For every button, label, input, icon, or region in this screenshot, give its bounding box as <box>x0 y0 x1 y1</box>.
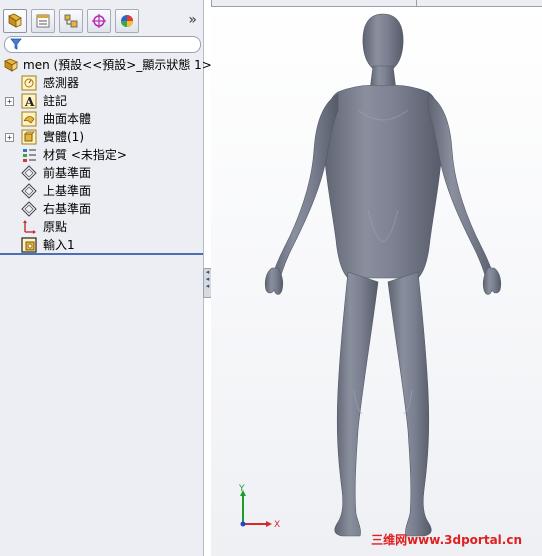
tree-item-label: 感測器 <box>43 76 80 90</box>
tree-item-label: 上基準面 <box>43 184 92 198</box>
feature-manager-panel: » men (預設<<預設>_顯示狀態 1> 感測器 + A 註記 曲面本體 +… <box>0 0 212 556</box>
annotation-icon: A <box>21 93 37 109</box>
svg-text:A: A <box>24 95 35 109</box>
tab-property-manager[interactable] <box>31 9 55 33</box>
tab-dimxpert-manager[interactable] <box>87 9 111 33</box>
tree-item-label: 右基準面 <box>43 202 92 216</box>
part-icon <box>3 57 19 73</box>
surface-bodies-icon <box>21 111 37 127</box>
material-icon <box>21 147 37 163</box>
tab-feature-manager[interactable] <box>3 9 27 33</box>
imported-feature-icon <box>21 237 37 253</box>
solid-bodies-icon <box>21 129 37 145</box>
manager-tabs: » <box>0 9 203 35</box>
tree-item-material[interactable]: 材質 <未指定> <box>0 146 203 164</box>
tree-item-label: 曲面本體 <box>43 112 92 126</box>
feature-manager-icon <box>8 13 22 28</box>
filter-icon <box>10 38 22 50</box>
tree-filter-input[interactable] <box>4 36 201 53</box>
more-tabs-button[interactable]: » <box>188 12 197 28</box>
expand-toggle[interactable]: + <box>5 97 14 106</box>
coordinate-triad: Y X <box>238 484 280 530</box>
tab-configuration-manager[interactable] <box>59 9 83 33</box>
tree-item-annotations[interactable]: + A 註記 <box>0 92 203 110</box>
tree-item-label: 註記 <box>43 94 68 108</box>
tree-root-label: men (預設<<預設>_顯示狀態 1> <box>23 58 212 72</box>
tree-item-import1[interactable]: 輸入1 <box>0 236 203 254</box>
tree-item-label: 輸入1 <box>43 238 75 252</box>
plane-icon <box>21 201 37 217</box>
tree-item-label: 材質 <未指定> <box>43 148 127 162</box>
tree-item-sensors[interactable]: 感測器 <box>0 74 203 92</box>
tree-item-top-plane[interactable]: 上基準面 <box>0 182 203 200</box>
tree-item-origin[interactable]: 原點 <box>0 218 203 236</box>
plane-icon <box>21 165 37 181</box>
configuration-manager-icon <box>64 14 78 28</box>
sensor-icon <box>21 75 37 91</box>
watermark: 三维网www.3dportal.cn <box>371 533 522 547</box>
tree-root-part[interactable]: men (預設<<預設>_顯示狀態 1> <box>0 56 212 74</box>
dimxpert-icon <box>92 14 106 28</box>
rollback-bar[interactable] <box>0 253 203 255</box>
property-manager-icon <box>36 14 50 28</box>
display-manager-icon <box>121 15 133 27</box>
expand-toggle[interactable]: + <box>5 133 14 142</box>
triad-x-label: X <box>274 520 280 530</box>
tree-item-front-plane[interactable]: 前基準面 <box>0 164 203 182</box>
plane-icon <box>21 183 37 199</box>
tree-item-solid-bodies[interactable]: + 實體(1) <box>0 128 203 146</box>
tree-item-label: 實體(1) <box>43 130 84 144</box>
origin-icon <box>21 219 37 235</box>
tree-item-label: 原點 <box>43 220 68 234</box>
feature-tree: men (預設<<預設>_顯示狀態 1> 感測器 + A 註記 曲面本體 + 實… <box>0 56 212 254</box>
triad-y-label: Y <box>238 484 245 494</box>
tree-item-right-plane[interactable]: 右基準面 <box>0 200 203 218</box>
tree-item-label: 前基準面 <box>43 166 92 180</box>
tree-item-surface-bodies[interactable]: 曲面本體 <box>0 110 203 128</box>
top-frame <box>211 0 542 7</box>
human-figure-model[interactable] <box>258 10 508 542</box>
tab-display-manager[interactable] <box>115 9 139 33</box>
